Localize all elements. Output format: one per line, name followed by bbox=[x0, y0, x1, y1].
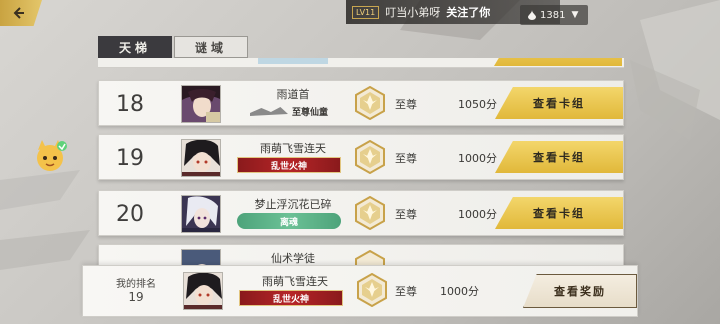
player-name: 仙术学徒 bbox=[271, 252, 315, 265]
rank-number: 20 bbox=[116, 201, 144, 227]
tier-label: 至尊 bbox=[395, 98, 417, 111]
player-name: 雨萌飞雪连天 bbox=[262, 275, 328, 288]
player-title: 离魂 bbox=[279, 217, 298, 228]
table-row bbox=[98, 58, 624, 68]
player-title-tag: 乱世火神 bbox=[237, 157, 341, 173]
my-rank-label-group: 我的排名 19 bbox=[101, 278, 171, 304]
table-row: 19 雨萌飞雪连天 乱世火神 至尊 1000分 查看卡组 bbox=[98, 134, 624, 180]
medal-icon bbox=[357, 273, 387, 307]
view-rewards-button[interactable]: 查看奖励 bbox=[523, 274, 637, 308]
tier-label: 至尊 bbox=[395, 152, 417, 165]
score-value: 1050分 bbox=[458, 98, 497, 111]
avatar[interactable] bbox=[181, 139, 221, 177]
player-name: 雨道首 bbox=[276, 88, 310, 101]
avatar[interactable] bbox=[181, 85, 221, 123]
view-deck-button[interactable] bbox=[494, 58, 622, 66]
mascot-icon[interactable] bbox=[32, 138, 68, 174]
player-title: 乱世火神 bbox=[270, 161, 307, 172]
view-deck-button[interactable]: 查看卡组 bbox=[495, 87, 623, 119]
medal-icon bbox=[355, 86, 385, 120]
player-title-tag: 离魂 bbox=[237, 213, 341, 229]
player-name: 梦止浮沉花已碎 bbox=[254, 198, 332, 211]
view-deck-button[interactable]: 查看卡组 bbox=[495, 197, 623, 229]
my-rank-number: 19 bbox=[128, 290, 144, 304]
player-name: 雨萌飞雪连天 bbox=[260, 142, 326, 155]
player-title-tag bbox=[258, 58, 328, 64]
tier-label: 至尊 bbox=[395, 208, 417, 221]
avatar[interactable] bbox=[183, 272, 223, 310]
table-row: 18 雨道首 至尊仙童 至尊 1050分 查看卡组 bbox=[98, 80, 624, 126]
score-value: 1000分 bbox=[440, 285, 479, 298]
medal-icon bbox=[355, 140, 385, 174]
score-value: 1000分 bbox=[458, 208, 497, 221]
tier-label: 至尊 bbox=[395, 285, 417, 298]
score-value: 1000分 bbox=[458, 152, 497, 165]
view-deck-button[interactable]: 查看卡组 bbox=[495, 141, 623, 173]
rank-number: 19 bbox=[116, 145, 144, 171]
player-title: 至尊仙童 bbox=[291, 107, 328, 118]
avatar[interactable] bbox=[181, 195, 221, 233]
ink-decoration bbox=[249, 107, 288, 116]
player-title: 乱世火神 bbox=[272, 294, 309, 305]
player-title-tag: 至尊仙童 bbox=[237, 103, 341, 119]
rank-number: 18 bbox=[116, 91, 144, 117]
player-title-tag: 乱世火神 bbox=[239, 290, 343, 306]
table-row: 20 梦止浮沉花已碎 离魂 至尊 1000分 查看卡组 bbox=[98, 190, 624, 236]
medal-icon bbox=[355, 196, 385, 230]
my-rank-bar: 我的排名 19 雨萌飞雪连天 乱世火神 至尊 1000分 查看奖励 bbox=[82, 265, 638, 317]
